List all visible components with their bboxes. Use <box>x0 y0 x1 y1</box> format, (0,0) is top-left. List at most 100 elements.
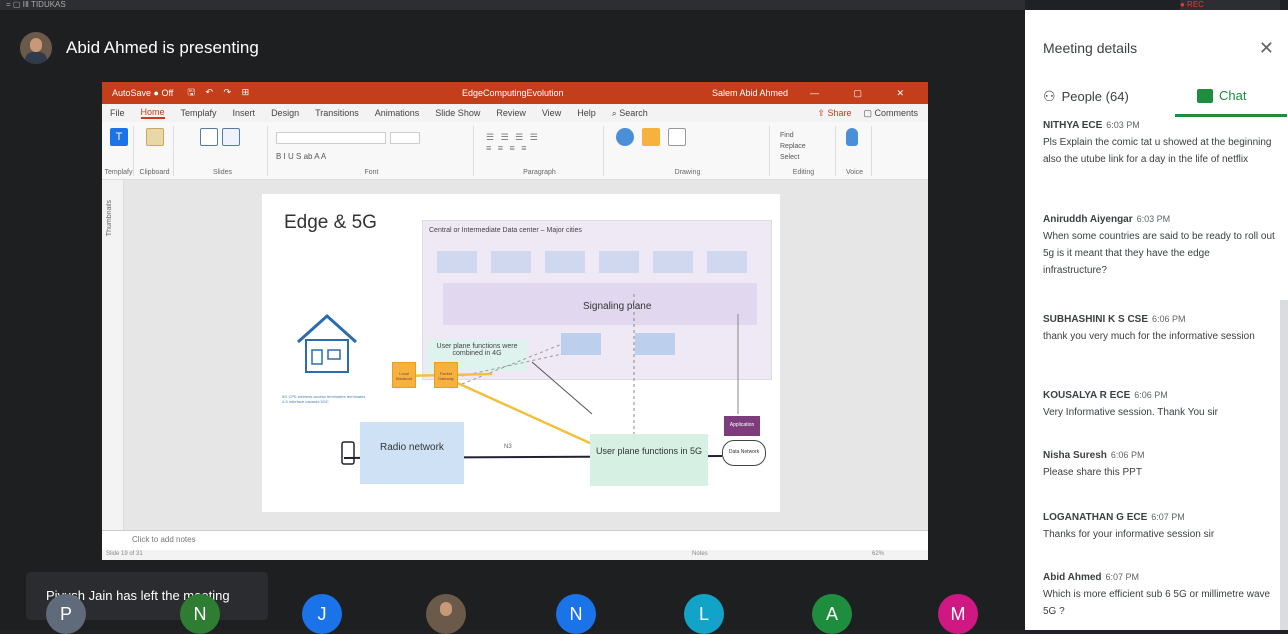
new-slide-icon[interactable] <box>200 128 218 146</box>
reuse-slides-icon[interactable] <box>222 128 240 146</box>
participant-initial: J <box>317 604 327 624</box>
share-label: Share <box>827 107 852 118</box>
participant-avatar[interactable]: M <box>938 594 978 634</box>
zoom-level[interactable]: 62% <box>872 551 884 557</box>
ribbon-group-editing: Find Replace Select Editing <box>772 126 836 176</box>
message-text: Very Informative session. Thank You sir <box>1043 407 1218 418</box>
participant-avatar[interactable]: N <box>180 594 220 634</box>
message-text: Thanks for your informative session sir <box>1043 529 1215 540</box>
ribbon-group-label: Voice <box>845 169 864 176</box>
ribbon: T Templafy Clipboard Slides B I U S ab A… <box>102 122 928 180</box>
presentation-stage: Abid Ahmed is presenting AutoSave ● Off … <box>0 10 1025 634</box>
quick-access-toolbar[interactable]: 🖫 ↶ ↷ ⊞ <box>187 85 253 101</box>
thumbnails-pane[interactable]: Thumbnails <box>102 180 124 530</box>
file-name: EdgeComputingEvolution <box>462 88 564 98</box>
tab-people[interactable]: ⚇ People (64) <box>1043 88 1129 105</box>
message-time: 6:03 PM <box>1106 120 1140 130</box>
arrange-icon[interactable] <box>642 128 660 146</box>
notes-pane[interactable]: Click to add notes <box>102 530 928 550</box>
menu-review[interactable]: Review <box>496 108 526 118</box>
menu-home[interactable]: Home <box>140 107 165 119</box>
ribbon-group-templafy: T Templafy <box>104 126 134 176</box>
menu-help[interactable]: Help <box>577 108 596 118</box>
ppt-menu-tabs: File Home Templafy Insert Design Transit… <box>102 104 928 122</box>
ribbon-group-font: B I U S ab A A Font <box>270 126 474 176</box>
chat-message: LOGANATHAN G ECE 6:07 PM Thanks for your … <box>1043 512 1275 543</box>
chat-icon <box>1197 88 1213 103</box>
participant-avatar[interactable]: N <box>556 594 596 634</box>
menu-insert[interactable]: Insert <box>233 108 256 118</box>
paragraph-buttons[interactable]: ☰ ☰ ☰ ☰ ≡ ≡ ≡ ≡ <box>486 132 540 153</box>
notes-placeholder: Click to add notes <box>132 535 196 544</box>
participant-avatar[interactable]: P <box>46 594 86 634</box>
chat-scrollbar[interactable] <box>1280 300 1288 630</box>
participant-initial: L <box>698 604 709 624</box>
autosave-toggle[interactable]: AutoSave ● Off <box>112 88 173 98</box>
message-sender: Nisha Suresh <box>1043 450 1107 461</box>
microphone-icon[interactable] <box>846 128 858 146</box>
ribbon-group-slides: Slides <box>178 126 268 176</box>
menu-search[interactable]: ⌕ Search <box>612 108 648 119</box>
participant-initial: M <box>950 604 966 624</box>
find-button[interactable]: Find <box>780 132 794 139</box>
chat-message: KOUSALYA R ECE 6:06 PM Very Informative s… <box>1043 390 1275 421</box>
comments-button[interactable]: ▢ Comments <box>863 108 918 119</box>
message-time: 6:06 PM <box>1152 314 1186 324</box>
powerpoint-window: AutoSave ● Off 🖫 ↶ ↷ ⊞ EdgeComputingEvol… <box>102 82 928 560</box>
message-header: NITHYA ECE 6:03 PM <box>1043 120 1275 131</box>
close-icon[interactable]: ✕ <box>1259 38 1274 59</box>
participant-initial: A <box>825 604 838 624</box>
ppt-title-bar: AutoSave ● Off 🖫 ↶ ↷ ⊞ EdgeComputingEvol… <box>102 82 928 104</box>
menu-animations[interactable]: Animations <box>375 108 420 118</box>
home-icon <box>296 313 358 373</box>
editing-buttons[interactable]: Find Replace Select <box>780 130 806 163</box>
menu-file[interactable]: File <box>110 108 125 118</box>
cpe-note: 5G CPE wireless access terminates termin… <box>282 394 366 404</box>
user-name[interactable]: Salem Abid Ahmed <box>712 88 788 98</box>
local-breakout-box: Local Breakout <box>392 362 416 388</box>
slide-canvas[interactable]: Edge & 5G Central or Intermediate Data c… <box>262 194 780 512</box>
notes-toggle[interactable]: Notes <box>692 551 708 557</box>
participant-avatar-photo[interactable] <box>426 594 466 634</box>
font-name-box[interactable] <box>276 132 386 144</box>
ribbon-group-label: Clipboard <box>139 169 170 176</box>
shapes-icon[interactable] <box>616 128 634 146</box>
select-button[interactable]: Select <box>780 154 799 161</box>
presenter-bar: Abid Ahmed is presenting <box>20 32 259 64</box>
message-sender: SUBHASHINI K S CSE <box>1043 314 1149 325</box>
participant-avatar[interactable]: J <box>302 594 342 634</box>
quick-styles-icon[interactable] <box>668 128 686 146</box>
participant-avatar[interactable]: L <box>684 594 724 634</box>
menu-design[interactable]: Design <box>271 108 299 118</box>
message-time: 6:06 PM <box>1134 390 1168 400</box>
participant-initial: N <box>193 604 207 624</box>
message-header: Abid Ahmed 6:07 PM <box>1043 572 1275 583</box>
font-format-buttons[interactable]: B I U S ab A A <box>276 152 326 161</box>
message-sender: NITHYA ECE <box>1043 120 1103 131</box>
message-sender: Aniruddh Aiyengar <box>1043 214 1133 225</box>
templafy-icon[interactable]: T <box>110 128 128 146</box>
chat-message: Nisha Suresh 6:06 PM Please share this PP… <box>1043 450 1275 481</box>
window-controls[interactable]: — ▢ ✕ <box>810 88 920 99</box>
ppt-status-bar: Slide 19 of 31 Notes 62% <box>102 550 928 560</box>
message-text: Which is more efficient sub 6 5G or mill… <box>1043 589 1271 617</box>
message-header: Nisha Suresh 6:06 PM <box>1043 450 1275 461</box>
menu-slide-show[interactable]: Slide Show <box>435 108 480 118</box>
menu-transitions[interactable]: Transitions <box>315 108 359 118</box>
participant-avatar[interactable]: A <box>812 594 852 634</box>
message-time: 6:07 PM <box>1105 572 1140 582</box>
message-sender: Abid Ahmed <box>1043 572 1102 583</box>
chat-message: Aniruddh Aiyengar 6:03 PM When some count… <box>1043 214 1275 279</box>
menu-templafy[interactable]: Templafy <box>181 108 217 118</box>
ribbon-group-voice: Voice <box>838 126 872 176</box>
tab-chat[interactable]: Chat <box>1197 88 1246 103</box>
menu-view[interactable]: View <box>542 108 561 118</box>
people-tab-label: People (64) <box>1061 89 1129 104</box>
share-button[interactable]: ⇪ Share <box>817 108 851 119</box>
font-size-box[interactable] <box>390 132 420 144</box>
paste-icon[interactable] <box>146 128 164 146</box>
replace-button[interactable]: Replace <box>780 143 806 150</box>
ribbon-group-label: Drawing <box>674 169 701 176</box>
phone-icon <box>341 441 355 465</box>
ppt-editor-area: Thumbnails Edge & 5G Central or Intermed… <box>102 180 928 530</box>
